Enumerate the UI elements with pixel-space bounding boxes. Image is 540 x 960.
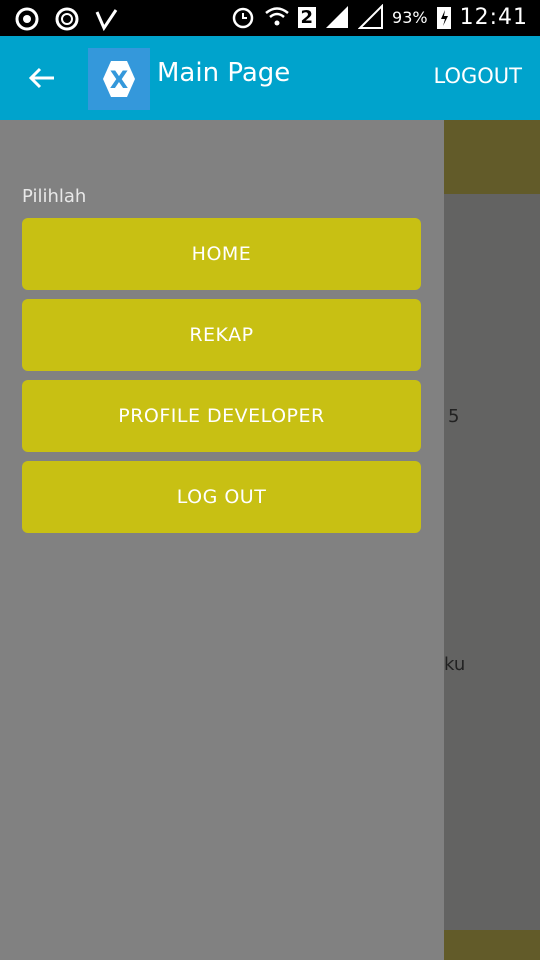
alarm-icon (232, 7, 253, 29)
signal-icon (326, 6, 349, 28)
logout-button[interactable]: LOGOUT (434, 64, 522, 88)
rekap-button[interactable]: REKAP (22, 299, 421, 371)
drawer-label: Pilihlah (22, 186, 87, 207)
sync-icon (55, 7, 79, 31)
background-text: ku (444, 654, 466, 675)
svg-text:X: X (110, 66, 129, 94)
battery-icon (436, 7, 451, 29)
navigation-drawer: Pilihlah HOME REKAP PROFILE DEVELOPER LO… (0, 120, 444, 960)
status-right-icons: 2 93% 12:41 (230, 4, 529, 30)
background-text: 5 (448, 406, 460, 427)
checkmark-icon (95, 9, 118, 32)
chrome-icon (15, 7, 39, 31)
back-arrow-icon[interactable] (24, 60, 60, 96)
xamarin-logo: X (88, 48, 150, 110)
status-left-icons (14, 6, 120, 32)
clock: 12:41 (459, 4, 528, 30)
sim-badge: 2 (297, 6, 317, 28)
status-bar: 2 93% 12:41 (0, 0, 540, 36)
signal-icon-2 (358, 4, 384, 29)
log-out-button[interactable]: LOG OUT (22, 461, 421, 533)
wifi-icon (264, 7, 289, 26)
profile-developer-button[interactable]: PROFILE DEVELOPER (22, 380, 421, 452)
app-toolbar: X Main Page LOGOUT (0, 36, 540, 120)
battery-percent: 93% (392, 7, 428, 27)
home-button[interactable]: HOME (22, 218, 421, 290)
page-title: Main Page (157, 58, 291, 88)
